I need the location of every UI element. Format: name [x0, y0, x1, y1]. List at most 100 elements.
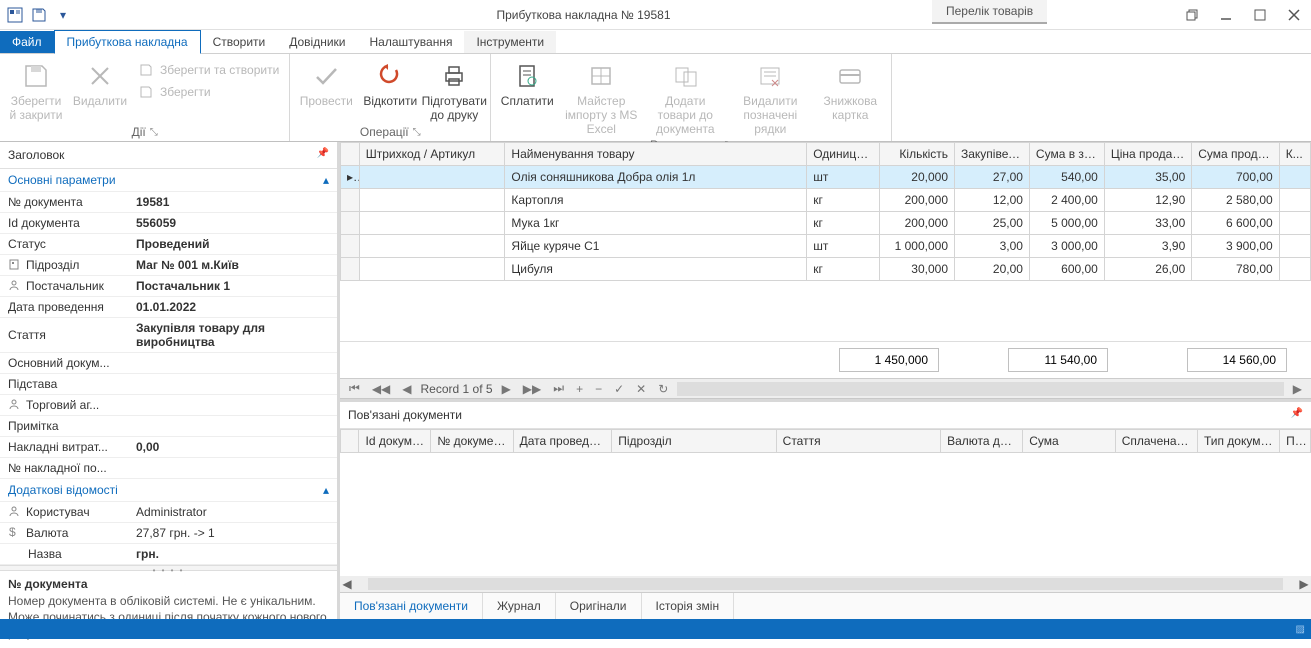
- cell-extra[interactable]: [1279, 258, 1310, 281]
- prop-row[interactable]: № накладної по...: [0, 458, 337, 479]
- nav-prev-icon[interactable]: ◀: [399, 382, 414, 396]
- nav-nextpage-icon[interactable]: ▶▶: [520, 382, 544, 396]
- prop-value[interactable]: Маг № 001 м.Київ: [130, 255, 337, 275]
- table-row[interactable]: ▸ Олія соняшникова Добра олія 1л шт 20,0…: [341, 166, 1311, 189]
- col-sprice[interactable]: Ціна продажу: [1104, 143, 1191, 166]
- linked-scroll-right-icon[interactable]: ▶: [1297, 577, 1311, 591]
- prop-value[interactable]: 27,87 грн. -> 1: [130, 523, 337, 543]
- cell-unit[interactable]: шт: [807, 235, 880, 258]
- row-indicator[interactable]: [341, 189, 360, 212]
- linked-h-scrollbar[interactable]: [368, 578, 1283, 590]
- linked-table[interactable]: Id документа № документа Дата проведення…: [340, 429, 1311, 453]
- cell-barcode[interactable]: [359, 189, 505, 212]
- prop-row[interactable]: Накладні витрат...0,00: [0, 437, 337, 458]
- nav-last-icon[interactable]: ⏭: [550, 381, 567, 396]
- dialog-launcher-icon[interactable]: ⤡: [150, 127, 158, 138]
- prop-value[interactable]: 556059: [130, 213, 337, 233]
- prop-value[interactable]: [130, 360, 337, 366]
- cell-name[interactable]: Олія соняшникова Добра олія 1л: [505, 166, 807, 189]
- add-goods-button[interactable]: Додати товари до документа: [645, 56, 725, 136]
- pin-icon[interactable]: 📌: [317, 148, 329, 162]
- col-name[interactable]: Найменування товару: [505, 143, 807, 166]
- resize-grip-icon[interactable]: ▨: [1296, 624, 1305, 635]
- cell-extra[interactable]: [1279, 212, 1310, 235]
- prop-value[interactable]: [130, 381, 337, 387]
- cell-ssum[interactable]: 6 600,00: [1192, 212, 1279, 235]
- linked-scroll-left-icon[interactable]: ◀: [340, 577, 354, 591]
- table-row[interactable]: Цибуля кг 30,000 20,00 600,00 26,00 780,…: [341, 258, 1311, 281]
- cell-bsum[interactable]: 600,00: [1029, 258, 1104, 281]
- tab-originals[interactable]: Оригінали: [556, 593, 642, 619]
- nav-first-icon[interactable]: ⏮: [346, 381, 363, 396]
- col-ssum[interactable]: Сума продажу: [1192, 143, 1279, 166]
- cell-unit[interactable]: кг: [807, 258, 880, 281]
- menu-tab-settings[interactable]: Налаштування: [358, 31, 465, 53]
- goods-table[interactable]: Штрихкод / Артикул Найменування товару О…: [340, 142, 1311, 281]
- prop-row[interactable]: КористувачAdministrator: [0, 502, 337, 523]
- prop-row[interactable]: Id документа556059: [0, 213, 337, 234]
- linked-col-currency[interactable]: Валюта документа: [941, 430, 1023, 453]
- prop-row[interactable]: Торговий аг...: [0, 395, 337, 416]
- prop-row[interactable]: № документа19581: [0, 192, 337, 213]
- cell-bsum[interactable]: 5 000,00: [1029, 212, 1104, 235]
- col-qty[interactable]: Кількість: [880, 143, 955, 166]
- cell-sprice[interactable]: 3,90: [1104, 235, 1191, 258]
- close-button[interactable]: [1277, 0, 1311, 30]
- import-excel-button[interactable]: Майстер імпорту з MS Excel: [561, 56, 641, 136]
- prop-value[interactable]: Постачальник 1: [130, 276, 337, 296]
- menu-file[interactable]: Файл: [0, 31, 54, 53]
- qat-dropdown-icon[interactable]: ▾: [54, 6, 72, 24]
- col-unit[interactable]: Одиниця виміру: [807, 143, 880, 166]
- linked-col-id[interactable]: Id документа: [359, 430, 431, 453]
- save-close-button[interactable]: Зберегти й закрити: [6, 56, 66, 122]
- nav-scroll-right-icon[interactable]: ▶: [1290, 382, 1305, 396]
- cell-bprice[interactable]: 27,00: [955, 166, 1030, 189]
- prop-row[interactable]: ПідрозділМаг № 001 м.Київ: [0, 255, 337, 276]
- prop-value[interactable]: [130, 465, 337, 471]
- col-barcode[interactable]: Штрихкод / Артикул: [359, 143, 505, 166]
- h-scrollbar[interactable]: [677, 382, 1283, 396]
- prop-value[interactable]: Закупівля товару для виробництва: [130, 318, 337, 352]
- cell-bprice[interactable]: 3,00: [955, 235, 1030, 258]
- linked-pin-icon[interactable]: 📌: [1291, 408, 1303, 422]
- cell-qty[interactable]: 30,000: [880, 258, 955, 281]
- col-bsum[interactable]: Сума в закупівель...: [1029, 143, 1104, 166]
- prop-row[interactable]: Підстава: [0, 374, 337, 395]
- qat-save-icon[interactable]: [30, 6, 48, 24]
- save-button[interactable]: Зберегти: [134, 82, 283, 102]
- cell-sprice[interactable]: 12,90: [1104, 189, 1191, 212]
- prop-value[interactable]: 0,00: [130, 437, 337, 457]
- table-row[interactable]: Картопля кг 200,000 12,00 2 400,00 12,90…: [341, 189, 1311, 212]
- col-bprice[interactable]: Закупівельна ціна: [955, 143, 1030, 166]
- prop-value[interactable]: [130, 402, 337, 408]
- prop-row[interactable]: Основний докум...: [0, 353, 337, 374]
- nav-next-icon[interactable]: ▶: [499, 382, 514, 396]
- cell-name[interactable]: Яйце куряче С1: [505, 235, 807, 258]
- cell-qty[interactable]: 20,000: [880, 166, 955, 189]
- cell-bprice[interactable]: 25,00: [955, 212, 1030, 235]
- cell-ssum[interactable]: 3 900,00: [1192, 235, 1279, 258]
- row-indicator[interactable]: [341, 212, 360, 235]
- tab-journal[interactable]: Журнал: [483, 593, 556, 619]
- linked-col-sum[interactable]: Сума: [1023, 430, 1115, 453]
- cell-bsum[interactable]: 540,00: [1029, 166, 1104, 189]
- cell-extra[interactable]: [1279, 166, 1310, 189]
- cell-name[interactable]: Цибуля: [505, 258, 807, 281]
- prop-value[interactable]: Administrator: [130, 502, 337, 522]
- linked-col-extra[interactable]: П...: [1280, 430, 1311, 453]
- menu-tab-invoice[interactable]: Прибуткова накладна: [54, 30, 201, 54]
- maximize-button[interactable]: [1243, 0, 1277, 30]
- table-row[interactable]: Мука 1кг кг 200,000 25,00 5 000,00 33,00…: [341, 212, 1311, 235]
- cell-barcode[interactable]: [359, 258, 505, 281]
- post-button[interactable]: Провести: [296, 56, 356, 108]
- cell-ssum[interactable]: 2 580,00: [1192, 189, 1279, 212]
- prop-group-extra[interactable]: Додаткові відомості ▴: [0, 479, 337, 502]
- prop-row[interactable]: СтаттяЗакупівля товару для виробництва: [0, 318, 337, 353]
- cell-barcode[interactable]: [359, 212, 505, 235]
- cell-sprice[interactable]: 26,00: [1104, 258, 1191, 281]
- cell-name[interactable]: Картопля: [505, 189, 807, 212]
- delete-button[interactable]: Видалити: [70, 56, 130, 108]
- nav-refresh-icon[interactable]: ↻: [655, 382, 671, 396]
- cell-unit[interactable]: кг: [807, 212, 880, 235]
- row-selector-header[interactable]: [341, 143, 360, 166]
